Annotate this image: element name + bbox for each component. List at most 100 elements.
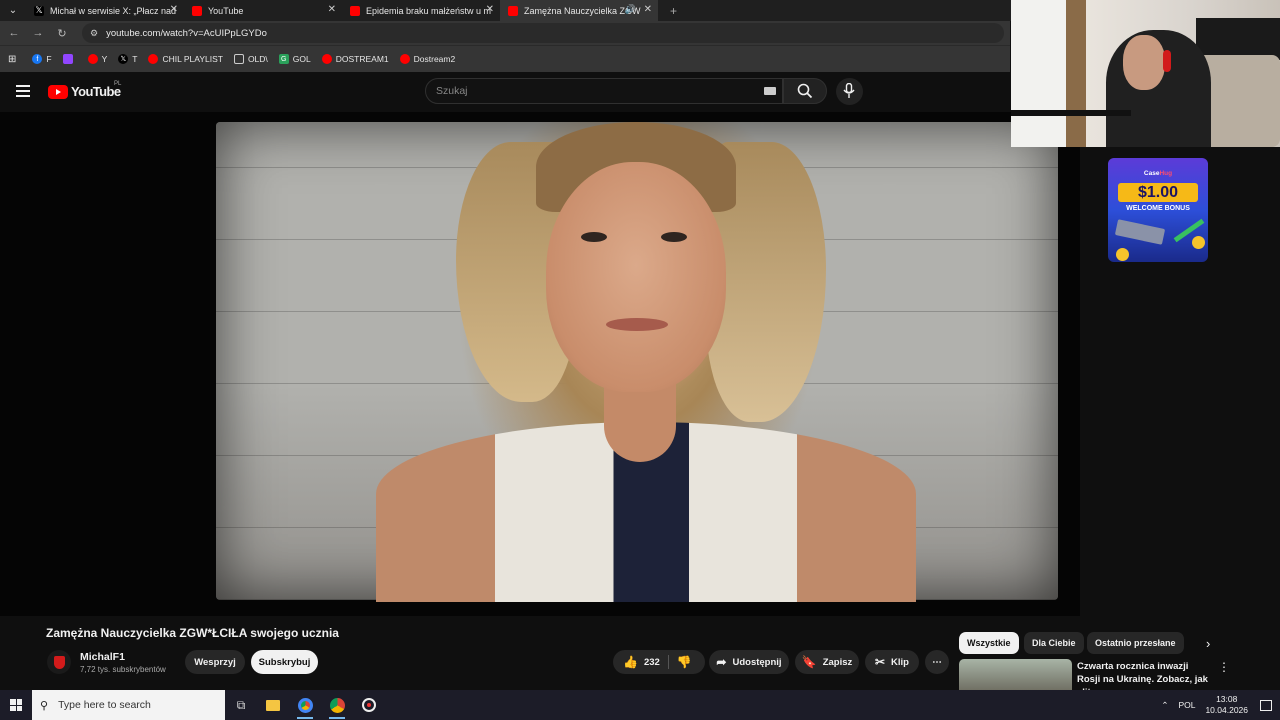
channel-avatar[interactable] bbox=[47, 650, 71, 674]
chip-for-you[interactable]: Dla Ciebie bbox=[1024, 632, 1084, 654]
ad-amount: $1.00 bbox=[1118, 183, 1198, 202]
microphone-icon bbox=[843, 83, 855, 98]
youtube-icon bbox=[399, 54, 410, 64]
bookmark-icon: 🔖 bbox=[801, 655, 817, 669]
file-explorer-icon[interactable] bbox=[257, 690, 289, 720]
more-vertical-icon[interactable]: ⋮ bbox=[1218, 660, 1230, 674]
taskbar-search-input[interactable]: ⚲ Type here to search bbox=[32, 690, 225, 720]
search-button[interactable] bbox=[783, 78, 827, 104]
clock[interactable]: 13:08 10.04.2026 bbox=[1205, 694, 1248, 716]
youtube-icon bbox=[508, 5, 518, 16]
related-video-thumbnail[interactable] bbox=[959, 659, 1072, 691]
bookmark-dostream2[interactable]: Dostream2 bbox=[399, 54, 455, 64]
coin-icon bbox=[1116, 248, 1129, 261]
bookmark-twitch[interactable] bbox=[62, 54, 77, 64]
like-count: 232 bbox=[643, 656, 660, 668]
menu-icon[interactable] bbox=[16, 85, 30, 100]
save-button[interactable]: 🔖 Zapisz bbox=[795, 650, 859, 674]
back-icon[interactable]: ← bbox=[2, 27, 26, 39]
sponsor-ad-banner[interactable]: CaseHug $1.00 WELCOME BONUS bbox=[1108, 158, 1208, 262]
tab-search-chevron-icon[interactable]: ⌄ bbox=[0, 0, 26, 21]
address-toolbar: ← → ↻ ⚙ youtube.com/watch?v=AcUIPpLGYDo bbox=[0, 21, 1010, 45]
new-tab-icon[interactable]: + bbox=[670, 4, 677, 18]
dislike-button[interactable]: 👎 bbox=[677, 655, 692, 669]
more-actions-button[interactable]: ⋯ bbox=[925, 650, 949, 674]
chip-recently-uploaded[interactable]: Ostatnio przesłane bbox=[1087, 632, 1184, 654]
channel-logo-icon bbox=[53, 655, 65, 669]
tray-chevron-up-icon[interactable]: ⌃ bbox=[1161, 700, 1168, 711]
video-frame bbox=[216, 122, 1058, 602]
forward-icon[interactable]: → bbox=[26, 27, 50, 39]
bookmarks-bar: ⊞ fF Y 𝕏T CHIL PLAYLIST OLD\ G GOL DOSTRE… bbox=[0, 45, 1010, 72]
scissors-icon: ✂ bbox=[874, 655, 886, 669]
clock-time: 13:08 bbox=[1216, 694, 1238, 704]
ad-label: WELCOME BONUS bbox=[1126, 205, 1190, 212]
tab-epidemia[interactable]: Epidemia braku małżeństw u m ✕ bbox=[342, 0, 500, 21]
chrome-profile-icon[interactable] bbox=[289, 690, 321, 720]
share-icon: ➦ bbox=[716, 655, 727, 669]
notifications-icon[interactable] bbox=[1260, 699, 1272, 711]
like-button[interactable]: 👍 232 bbox=[623, 655, 660, 669]
youtube-icon bbox=[350, 5, 360, 16]
channel-name[interactable]: MichalF1 bbox=[80, 651, 125, 663]
start-button[interactable] bbox=[0, 690, 32, 720]
bookmark-x[interactable]: 𝕏T bbox=[118, 54, 137, 64]
clock-date: 10.04.2026 bbox=[1205, 705, 1248, 715]
bookmark-dostream1[interactable]: DOSTREAM1 bbox=[321, 54, 389, 64]
url-text: youtube.com/watch?v=AcUIPpLGYDo bbox=[106, 27, 267, 39]
bookmark-youtube[interactable]: Y bbox=[87, 54, 107, 64]
tab-youtube[interactable]: YouTube ✕ bbox=[184, 0, 342, 21]
close-icon[interactable]: ✕ bbox=[644, 4, 652, 15]
support-button[interactable]: Wesprzyj bbox=[185, 650, 245, 674]
keyboard-icon[interactable] bbox=[764, 87, 776, 95]
youtube-header: YouTube PL Szukaj bbox=[0, 72, 1010, 112]
tab-x-post[interactable]: 𝕏 Michał w serwisie X: „Płacz nad ✕ bbox=[26, 0, 184, 21]
folder-icon bbox=[233, 54, 244, 64]
language-indicator[interactable]: POL bbox=[1178, 700, 1195, 710]
reload-icon[interactable]: ↻ bbox=[50, 27, 74, 40]
coin-icon bbox=[1192, 236, 1205, 249]
close-icon[interactable]: ✕ bbox=[170, 4, 178, 15]
subscriber-count: 7,72 tys. subskrybentów bbox=[80, 665, 166, 674]
site-info-icon[interactable]: ⚙ bbox=[90, 28, 98, 39]
twitch-icon bbox=[62, 54, 73, 64]
chrome-icon[interactable] bbox=[321, 690, 353, 720]
thumbs-down-icon: 👎 bbox=[676, 655, 692, 669]
system-tray: ⌃ POL 13:08 10.04.2026 bbox=[1161, 690, 1280, 720]
address-input[interactable]: ⚙ youtube.com/watch?v=AcUIPpLGYDo bbox=[82, 23, 1004, 43]
speaker-icon[interactable]: 🔊 bbox=[625, 4, 636, 15]
thumbs-up-icon: 👍 bbox=[623, 655, 638, 669]
youtube-logo[interactable]: YouTube PL bbox=[48, 81, 121, 99]
bookmark-chil-playlist[interactable]: CHIL PLAYLIST bbox=[148, 54, 223, 64]
video-player[interactable] bbox=[0, 112, 1080, 616]
bookmark-folder-old[interactable]: OLD\ bbox=[233, 54, 268, 64]
search-input[interactable]: Szukaj bbox=[425, 78, 783, 104]
chip-all[interactable]: Wszystkie bbox=[959, 632, 1019, 654]
bookmark-facebook[interactable]: fF bbox=[32, 54, 52, 64]
share-button[interactable]: ➦ Udostępnij bbox=[709, 650, 789, 674]
bookmark-gol[interactable]: G GOL bbox=[278, 54, 311, 64]
tab-label: Michał w serwisie X: „Płacz nad bbox=[50, 5, 177, 16]
close-icon[interactable]: ✕ bbox=[486, 4, 494, 15]
tab-label: Zamężna Nauczycielka ZGW bbox=[524, 5, 641, 16]
voice-search-button[interactable] bbox=[836, 78, 863, 105]
search-icon: ⚲ bbox=[40, 699, 49, 712]
chevron-right-icon[interactable]: › bbox=[1206, 636, 1210, 651]
subscribe-button[interactable]: Subskrybuj bbox=[251, 650, 318, 674]
headphones-icon bbox=[1163, 50, 1171, 72]
recording-app-icon[interactable] bbox=[353, 690, 385, 720]
gun-icon bbox=[1114, 219, 1166, 245]
x-icon: 𝕏 bbox=[118, 54, 129, 64]
task-view-icon[interactable]: ⧉ bbox=[225, 690, 257, 720]
tab-current-video[interactable]: Zamężna Nauczycielka ZGW 🔊 ✕ bbox=[500, 0, 658, 21]
facebook-icon: f bbox=[32, 54, 43, 64]
apps-grid-icon[interactable]: ⊞ bbox=[8, 54, 16, 65]
youtube-icon bbox=[48, 84, 68, 99]
streamer-webcam bbox=[1011, 0, 1280, 147]
youtube-icon bbox=[192, 5, 202, 16]
gol-icon: G bbox=[278, 54, 289, 64]
close-icon[interactable]: ✕ bbox=[328, 4, 336, 15]
windows-taskbar: ⚲ Type here to search ⧉ ⌃ POL 13:08 10.0… bbox=[0, 690, 1280, 720]
x-icon: 𝕏 bbox=[34, 5, 44, 16]
clip-button[interactable]: ✂ Klip bbox=[865, 650, 919, 674]
